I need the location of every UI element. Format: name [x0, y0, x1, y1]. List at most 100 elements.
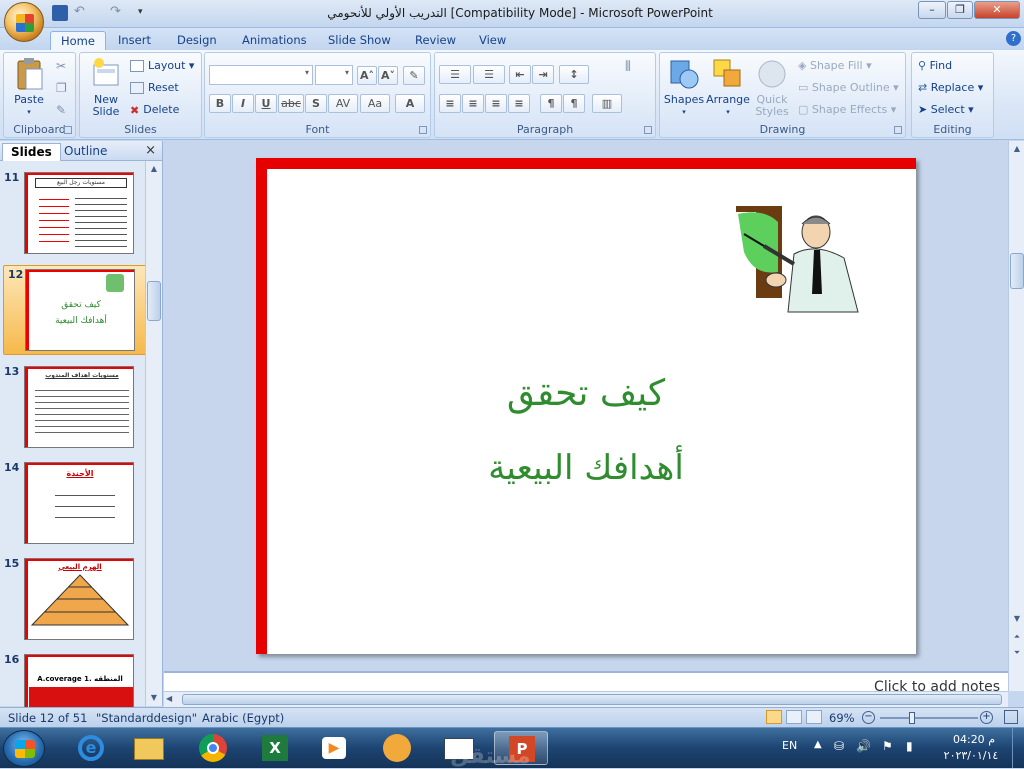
find-button[interactable]: ⚲ Find: [918, 59, 952, 72]
fit-to-window-icon[interactable]: [1004, 710, 1018, 724]
text-direction-icon[interactable]: ⫴: [625, 59, 631, 75]
tab-view[interactable]: View: [469, 31, 516, 50]
tab-design[interactable]: Design: [167, 31, 227, 50]
notes-pane[interactable]: Click to add notes: [164, 671, 1008, 691]
columns-icon[interactable]: ▥: [592, 94, 622, 113]
scroll-up-icon[interactable]: ▲: [1009, 141, 1024, 157]
teacher-clipart-image[interactable]: [734, 202, 864, 322]
usb-icon[interactable]: ⛁: [834, 739, 844, 753]
increase-indent-icon[interactable]: ⇥: [532, 65, 554, 84]
scroll-down-icon[interactable]: ▼: [1009, 611, 1024, 627]
slide-thumbnail[interactable]: 13 مستويات أهداف المندوب: [0, 363, 146, 453]
format-painter-icon[interactable]: ✎: [56, 103, 66, 117]
character-spacing-button[interactable]: AV: [328, 94, 358, 113]
start-button[interactable]: [3, 730, 45, 767]
dialog-launcher-icon[interactable]: [644, 126, 652, 134]
underline-button[interactable]: U: [255, 94, 277, 113]
undo-icon[interactable]: ↶: [74, 5, 90, 21]
slide-show-icon[interactable]: [806, 710, 822, 724]
bold-button[interactable]: B: [209, 94, 231, 113]
layout-button[interactable]: Layout ▾: [130, 59, 194, 72]
zoom-slider-thumb[interactable]: [909, 712, 916, 724]
align-center-icon[interactable]: ≡: [462, 94, 484, 113]
scroll-thumb[interactable]: [1010, 253, 1024, 289]
customize-qat-icon[interactable]: ▾: [138, 5, 154, 21]
change-case-button[interactable]: Aa: [360, 94, 390, 113]
cut-icon[interactable]: ✂: [56, 59, 66, 73]
shape-effects-button[interactable]: ▢ Shape Effects ▾: [798, 103, 896, 116]
quick-styles-button[interactable]: Quick Styles: [752, 57, 792, 118]
speaker-icon[interactable]: 🔊: [856, 739, 871, 753]
slide-thumbnail[interactable]: 11 مستويات رجل البيع: [0, 169, 146, 259]
align-right-icon[interactable]: ≡: [485, 94, 507, 113]
language[interactable]: Arabic (Egypt): [202, 711, 284, 725]
zoom-out-icon[interactable]: −: [862, 711, 875, 724]
font-size-input[interactable]: ▾: [315, 65, 353, 85]
slide-sorter-icon[interactable]: [786, 710, 802, 724]
panel-scrollbar[interactable]: ▲ ▼: [145, 161, 162, 706]
scroll-up-icon[interactable]: ▲: [146, 161, 162, 177]
taskbar-ie[interactable]: e: [64, 731, 118, 765]
font-name-input[interactable]: ▾: [209, 65, 313, 85]
replace-button[interactable]: ⇄ Replace ▾: [918, 81, 983, 94]
zoom-in-icon[interactable]: +: [980, 711, 993, 724]
clear-formatting-icon[interactable]: ✎: [403, 66, 425, 85]
slide-title[interactable]: كيف تحقق: [256, 373, 916, 414]
taskbar-excel[interactable]: X: [248, 731, 302, 765]
new-slide-button[interactable]: New Slide: [84, 57, 128, 118]
clock-time[interactable]: 04:20 م: [944, 733, 1004, 746]
shape-outline-button[interactable]: ▭ Shape Outline ▾: [798, 81, 899, 94]
main-horizontal-scrollbar[interactable]: ◀: [164, 691, 1008, 707]
help-icon[interactable]: ?: [1006, 31, 1021, 46]
ltr-icon[interactable]: ¶: [563, 94, 585, 113]
dialog-launcher-icon[interactable]: [894, 126, 902, 134]
line-spacing-icon[interactable]: ↕: [559, 65, 589, 84]
main-vertical-scrollbar[interactable]: ▲ ▼ ⏶ ⏷: [1008, 141, 1024, 691]
tray-expand-icon[interactable]: ▲: [814, 739, 822, 750]
taskbar-explorer[interactable]: [122, 731, 176, 765]
shape-fill-button[interactable]: ◈ Shape Fill ▾: [798, 59, 872, 72]
tab-slide-show[interactable]: Slide Show: [318, 31, 401, 50]
arrange-button[interactable]: Arrange ▾: [706, 57, 750, 118]
justify-icon[interactable]: ≡: [508, 94, 530, 113]
office-button[interactable]: [4, 2, 44, 42]
shrink-font-icon[interactable]: A˅: [378, 66, 398, 85]
rtl-icon[interactable]: ¶: [540, 94, 562, 113]
tab-home[interactable]: Home: [50, 31, 106, 50]
slide-thumbnail[interactable]: 14 الأجندة: [0, 459, 146, 549]
tab-animations[interactable]: Animations: [232, 31, 317, 50]
select-button[interactable]: ➤ Select ▾: [918, 103, 974, 116]
scroll-left-icon[interactable]: ◀: [166, 694, 178, 706]
reset-button[interactable]: Reset: [130, 81, 179, 94]
decrease-indent-icon[interactable]: ⇤: [509, 65, 531, 84]
copy-icon[interactable]: ❐: [56, 81, 67, 95]
maximize-button[interactable]: ❐: [947, 1, 973, 19]
tab-insert[interactable]: Insert: [108, 31, 161, 50]
paste-button[interactable]: Paste ▾: [9, 57, 49, 118]
tab-review[interactable]: Review: [405, 31, 466, 50]
strikethrough-button[interactable]: abc: [278, 94, 304, 113]
dialog-launcher-icon[interactable]: [64, 126, 72, 134]
align-left-icon[interactable]: ≡: [439, 94, 461, 113]
zoom-slider-track[interactable]: [880, 717, 978, 719]
scroll-thumb[interactable]: [182, 694, 1002, 705]
slide-thumbnail[interactable]: 15 الهرم البيعي: [0, 555, 146, 645]
grow-font-icon[interactable]: A˄: [357, 66, 377, 85]
previous-slide-icon[interactable]: ⏶: [1009, 629, 1024, 645]
taskbar-vpn[interactable]: [370, 731, 424, 765]
next-slide-icon[interactable]: ⏷: [1009, 645, 1024, 661]
taskbar-media[interactable]: ▶: [308, 731, 362, 765]
language-indicator[interactable]: EN: [782, 739, 797, 752]
minimize-button[interactable]: –: [918, 1, 946, 19]
current-slide[interactable]: كيف تحقق أهدافك البيعية: [256, 158, 916, 654]
tab-outline[interactable]: Outline: [56, 143, 115, 161]
scroll-down-icon[interactable]: ▼: [146, 690, 162, 706]
slide-subtitle[interactable]: أهدافك البيعية: [256, 448, 916, 488]
scroll-thumb[interactable]: [147, 281, 161, 321]
network-icon[interactable]: ▮: [906, 739, 913, 753]
shadow-button[interactable]: S: [305, 94, 327, 113]
taskbar-chrome[interactable]: [186, 731, 240, 765]
close-icon[interactable]: ×: [145, 143, 156, 158]
numbering-icon[interactable]: ☰: [473, 65, 505, 84]
normal-view-icon[interactable]: [766, 710, 782, 724]
